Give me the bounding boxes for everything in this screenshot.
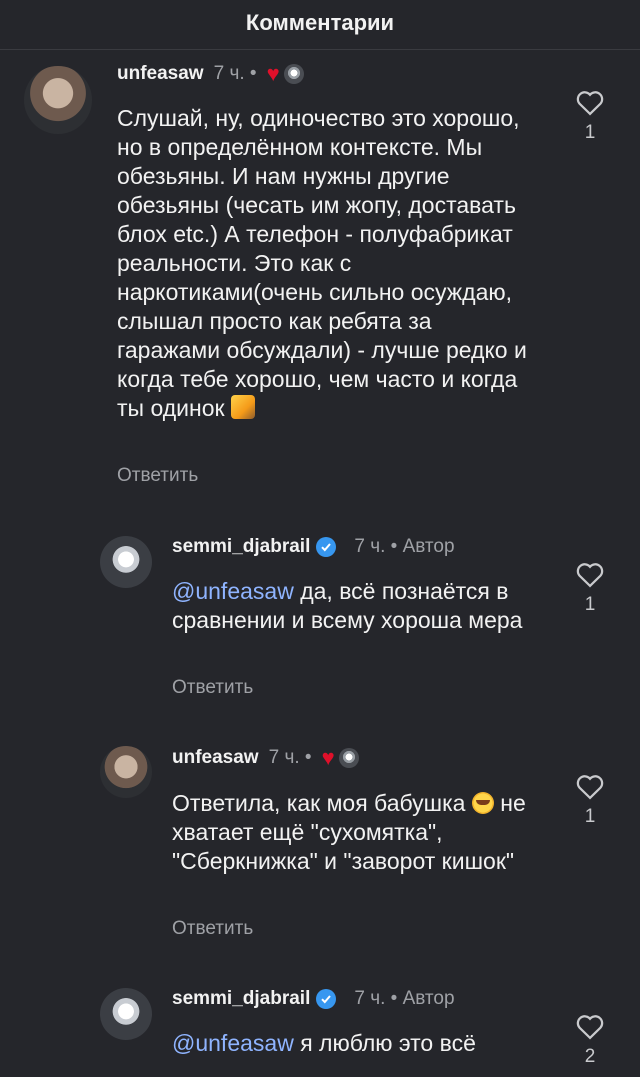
comment-text: @unfeasaw я люблю это всё <box>172 1030 476 1056</box>
heart-outline-icon[interactable] <box>575 560 605 588</box>
comment-header: unfeasaw 7 ч. • ♥ <box>117 63 304 85</box>
like-area: 1 <box>573 88 607 144</box>
mention-link[interactable]: @unfeasaw <box>172 1030 294 1056</box>
username[interactable]: unfeasaw <box>117 63 204 85</box>
like-area: 1 <box>573 560 607 616</box>
timestamp: 7 ч. • Автор <box>354 988 455 1009</box>
heart-outline-icon[interactable] <box>575 772 605 800</box>
heart-outline-icon[interactable] <box>575 88 605 116</box>
verified-badge-icon <box>316 537 337 557</box>
avatar[interactable] <box>24 66 92 134</box>
reply-button[interactable]: Ответить <box>172 677 253 699</box>
avatar[interactable] <box>100 536 152 588</box>
verified-badge-icon <box>316 989 337 1009</box>
comment-header: unfeasaw 7 ч. • ♥ <box>172 747 359 769</box>
timestamp: 7 ч. • <box>268 747 312 768</box>
username[interactable]: semmi_djabrail <box>172 988 310 1010</box>
heart-outline-icon[interactable] <box>575 1012 605 1040</box>
reply-button[interactable]: Ответить <box>172 918 253 940</box>
avatar[interactable] <box>100 746 152 798</box>
like-count: 1 <box>584 594 596 615</box>
timestamp: 7 ч. • Автор <box>354 536 455 557</box>
like-count: 2 <box>584 1046 596 1067</box>
mention-link[interactable]: @unfeasaw <box>172 578 294 604</box>
timestamp: 7 ч. • <box>213 63 257 84</box>
sparkle-emoji-icon <box>230 395 255 419</box>
like-count: 1 <box>584 122 596 143</box>
like-area: 1 <box>573 772 607 828</box>
avatar[interactable] <box>100 988 152 1040</box>
comment-header: semmi_djabrail 7 ч. • Автор <box>172 988 455 1010</box>
like-count: 1 <box>584 806 596 827</box>
author-mini-avatar <box>338 748 359 768</box>
comment-text: Слушай, ну, одиночество это хорошо, но в… <box>117 105 527 421</box>
laughing-emoji-icon <box>471 792 494 814</box>
header-divider <box>0 49 640 50</box>
reply-button[interactable]: Ответить <box>117 465 198 487</box>
author-mini-avatar <box>283 64 304 84</box>
comment-text: Ответила, как моя бабушка не хватает ещё… <box>172 790 526 874</box>
page-title: Комментарии <box>245 10 395 35</box>
comment-header: semmi_djabrail 7 ч. • Автор <box>172 536 455 558</box>
like-area: 2 <box>573 1012 607 1068</box>
author-liked-heart-icon: ♥ <box>321 745 335 770</box>
username[interactable]: semmi_djabrail <box>172 536 310 558</box>
author-liked-heart-icon: ♥ <box>266 61 280 86</box>
username[interactable]: unfeasaw <box>172 747 259 769</box>
comment-text: @unfeasaw да, всё познаётся в сравнении … <box>172 578 523 633</box>
